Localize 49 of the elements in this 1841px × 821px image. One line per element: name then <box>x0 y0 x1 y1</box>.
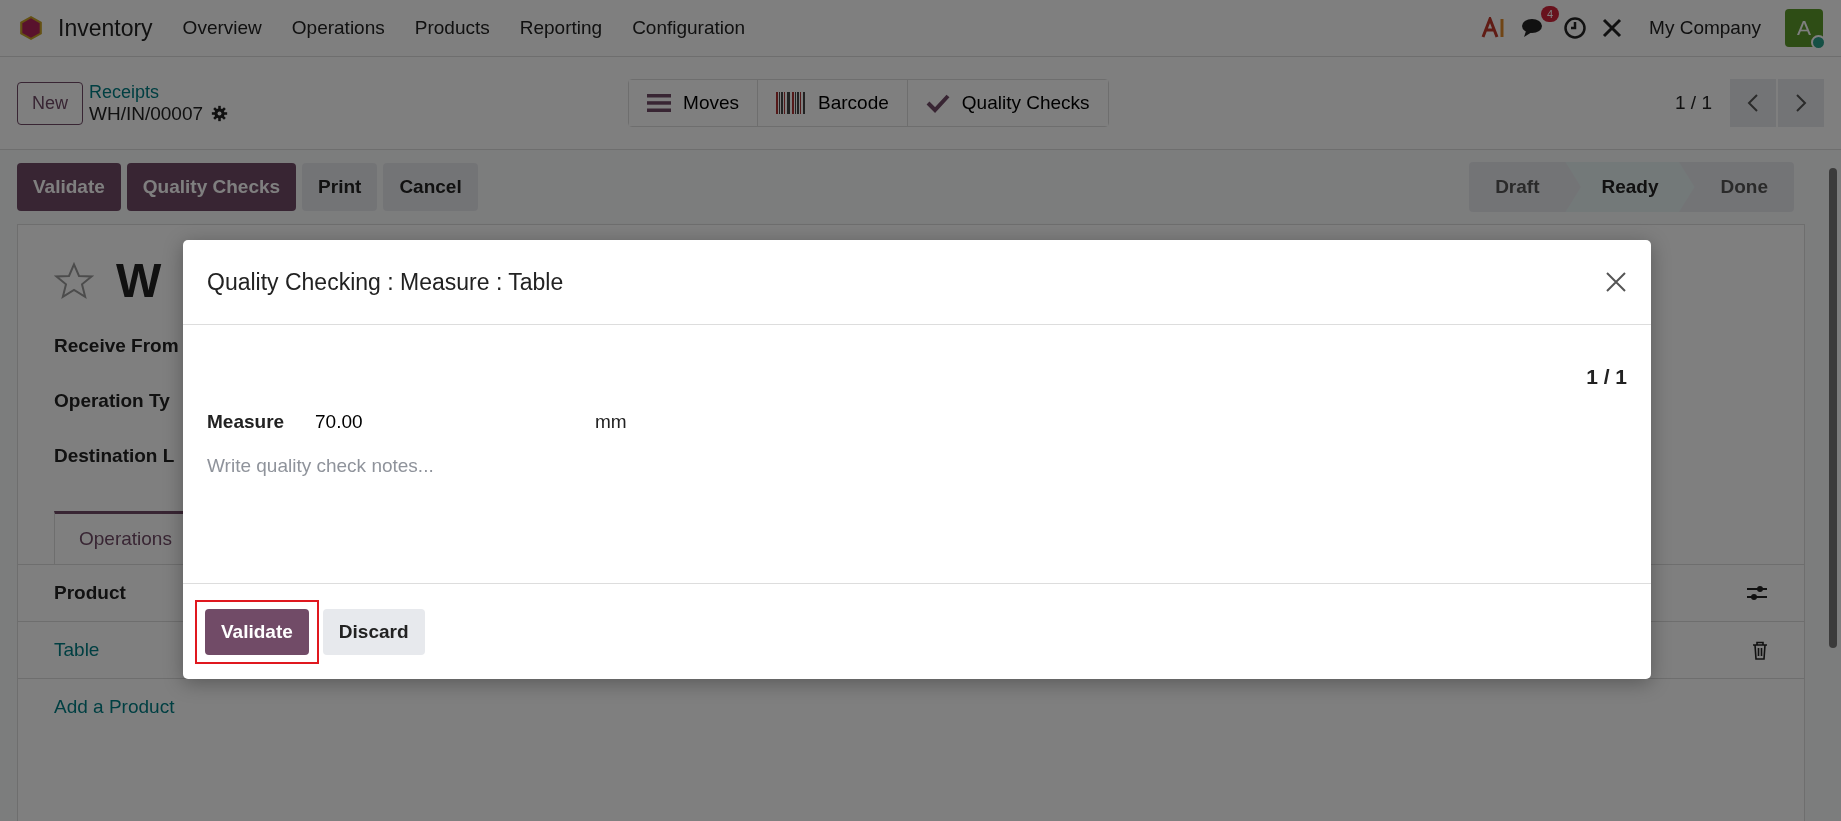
menu-item[interactable]: Reporting <box>519 17 603 39</box>
action-button[interactable]: Validate <box>17 163 121 211</box>
record-title: W <box>116 253 162 308</box>
status-step[interactable]: Ready <box>1565 162 1695 212</box>
new-button[interactable]: New <box>17 81 83 125</box>
company-switcher[interactable]: My Company <box>1649 17 1761 39</box>
record-name: WH/IN/00007 <box>89 102 204 125</box>
check-counter: 1 / 1 <box>1585 365 1627 389</box>
checkmark-icon <box>925 93 950 113</box>
field-label: Operation Ty <box>54 388 170 413</box>
clock-icon[interactable] <box>1563 16 1588 40</box>
action-button[interactable]: Print <box>302 163 378 211</box>
dialog-title: Quality Checking : Measure : Table <box>207 268 564 296</box>
status-step[interactable]: Done <box>1694 162 1794 212</box>
measure-label: Measure <box>207 411 286 433</box>
barcode-icon <box>776 92 807 114</box>
field-label: Destination L <box>54 443 175 468</box>
dialog-button[interactable]: Discard <box>322 608 425 655</box>
chevron-right-icon <box>1795 93 1807 113</box>
user-avatar[interactable]: A <box>1785 9 1823 47</box>
pager-value: 1 / 1 <box>1675 92 1712 114</box>
menu-item[interactable]: Products <box>414 17 490 39</box>
menu-item[interactable]: Overview <box>182 17 262 39</box>
message-count-badge: 4 <box>1540 6 1560 22</box>
gear-icon[interactable] <box>211 105 229 122</box>
action-button[interactable]: Cancel <box>383 163 478 211</box>
status-step[interactable]: Draft <box>1469 162 1566 212</box>
trash-icon[interactable] <box>1752 640 1768 660</box>
app-logo-icon[interactable] <box>18 15 44 41</box>
field-label: Receive From <box>54 333 179 358</box>
column-header: Product <box>54 582 126 604</box>
star-icon[interactable] <box>54 260 94 301</box>
scrollbar[interactable] <box>1829 168 1837 648</box>
add-product-link[interactable]: Add a Product <box>54 696 175 718</box>
smart-button[interactable]: Moves <box>629 80 759 126</box>
chevron-left-icon <box>1747 93 1759 113</box>
sliders-icon[interactable] <box>1746 583 1768 603</box>
dialog-button[interactable]: Validate <box>205 608 309 655</box>
action-button[interactable]: Quality Checks <box>126 163 297 211</box>
close-icon[interactable] <box>1605 271 1627 293</box>
menu-item[interactable]: Configuration <box>632 17 746 39</box>
list-icon <box>647 93 672 113</box>
next-button[interactable] <box>1778 79 1824 127</box>
product-link[interactable]: Table <box>54 639 100 661</box>
unit-label: mm <box>595 411 627 433</box>
breadcrumb-link[interactable]: Receipts <box>89 81 229 103</box>
app-name[interactable]: Inventory <box>58 14 153 42</box>
previous-button[interactable] <box>1730 79 1776 127</box>
menu-item[interactable]: Operations <box>291 17 385 39</box>
